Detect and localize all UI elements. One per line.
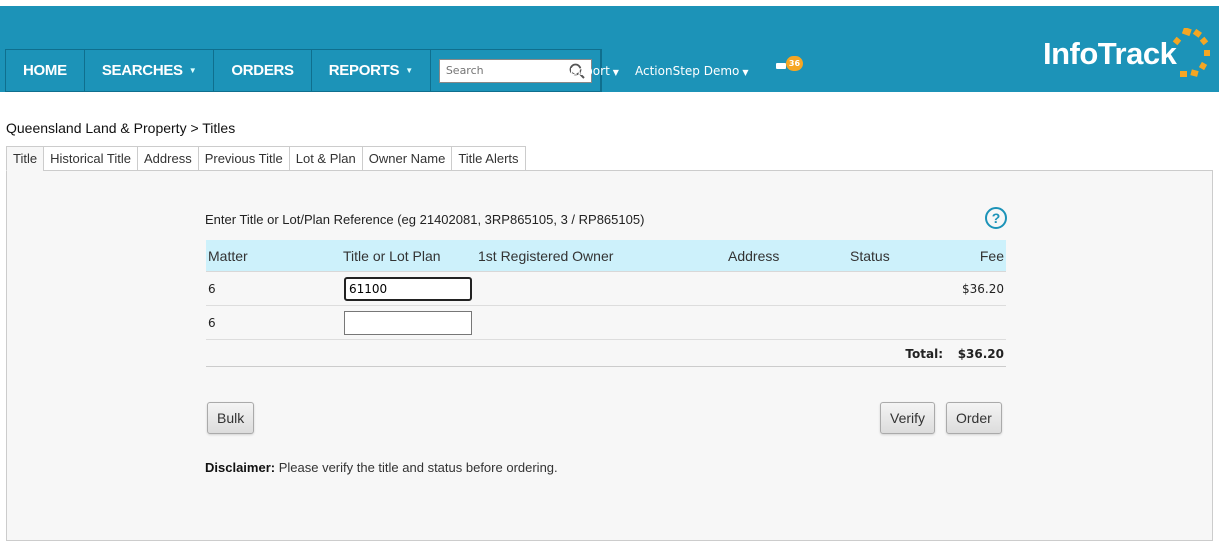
titles-table: Matter Title or Lot Plan 1st Registered …	[206, 240, 1006, 367]
chevron-down-icon: ▼	[188, 66, 197, 75]
chevron-down-icon: ▼	[405, 66, 413, 75]
search-input[interactable]	[439, 59, 565, 82]
tab-title[interactable]: Title	[6, 146, 44, 171]
col-address: Address	[728, 248, 780, 264]
breadcrumb: Queensland Land & Property > Titles	[6, 120, 236, 136]
account-menu[interactable]: ActionStep Demo ▼	[635, 64, 749, 78]
orders-notification[interactable]: 36	[776, 56, 806, 76]
disclaimer: Disclaimer: Please verify the title and …	[205, 460, 558, 475]
bulk-button[interactable]: Bulk	[207, 402, 255, 434]
title-input[interactable]	[344, 311, 472, 335]
tab-previous-title[interactable]: Previous Title	[197, 146, 289, 171]
tab-owner-name[interactable]: Owner Name	[361, 146, 452, 171]
chevron-down-icon: ▼	[612, 68, 619, 77]
truck-icon	[776, 63, 786, 69]
col-matter: Matter	[208, 248, 248, 264]
col-fee: Fee	[979, 248, 1004, 264]
table-row: 6 $36.20	[206, 272, 1006, 306]
search-tabs: Title Historical Title Address Previous …	[6, 146, 526, 171]
nav-searches-label: SEARCHES	[101, 62, 183, 79]
nav-orders[interactable]: ORDERS	[214, 50, 312, 91]
total-label: Total:	[905, 347, 943, 361]
total-value: $36.20	[957, 347, 1004, 361]
nav-searches[interactable]: SEARCHES ▼	[85, 50, 215, 91]
account-label: ActionStep Demo	[635, 64, 740, 78]
tab-lot-plan[interactable]: Lot & Plan	[288, 146, 362, 171]
chevron-down-icon: ▼	[742, 68, 749, 77]
tab-historical-title[interactable]: Historical Title	[43, 146, 137, 171]
infotrack-logo[interactable]: InfoTrack	[1043, 28, 1213, 88]
tab-title-alerts[interactable]: Title Alerts	[451, 146, 526, 171]
nav-home[interactable]: HOME	[6, 50, 85, 91]
main-nav: HOME SEARCHES ▼ ORDERS REPORTS ▼	[5, 49, 602, 92]
form-instruction: Enter Title or Lot/Plan Reference (eg 21…	[205, 212, 645, 227]
order-button[interactable]: Order	[946, 402, 1002, 434]
logo-dots-icon	[1172, 28, 1210, 77]
total-row: Total: $36.20	[206, 340, 1006, 367]
nav-reports-label: REPORTS	[328, 62, 400, 79]
table-header: Matter Title or Lot Plan 1st Registered …	[206, 240, 1006, 272]
tab-address[interactable]: Address	[137, 146, 198, 171]
title-input[interactable]	[344, 277, 472, 301]
col-owner: 1st Registered Owner	[478, 248, 614, 264]
nav-reports[interactable]: REPORTS ▼	[312, 50, 431, 91]
row-matter: 6	[208, 282, 216, 296]
col-status: Status	[850, 248, 890, 264]
help-icon[interactable]: ?	[985, 207, 1007, 229]
verify-button[interactable]: Verify	[880, 402, 936, 434]
disclaimer-text: Please verify the title and status befor…	[275, 460, 558, 475]
row-matter: 6	[208, 316, 216, 330]
notification-badge: 36	[786, 56, 803, 71]
row-fee: $36.20	[962, 282, 1004, 296]
disclaimer-label: Disclaimer:	[205, 460, 276, 475]
isupport-label: iSupport	[559, 64, 610, 78]
table-row: 6	[206, 306, 1006, 340]
isupport-menu[interactable]: iSupport ▼	[559, 64, 619, 78]
col-title: Title or Lot Plan	[343, 248, 441, 264]
